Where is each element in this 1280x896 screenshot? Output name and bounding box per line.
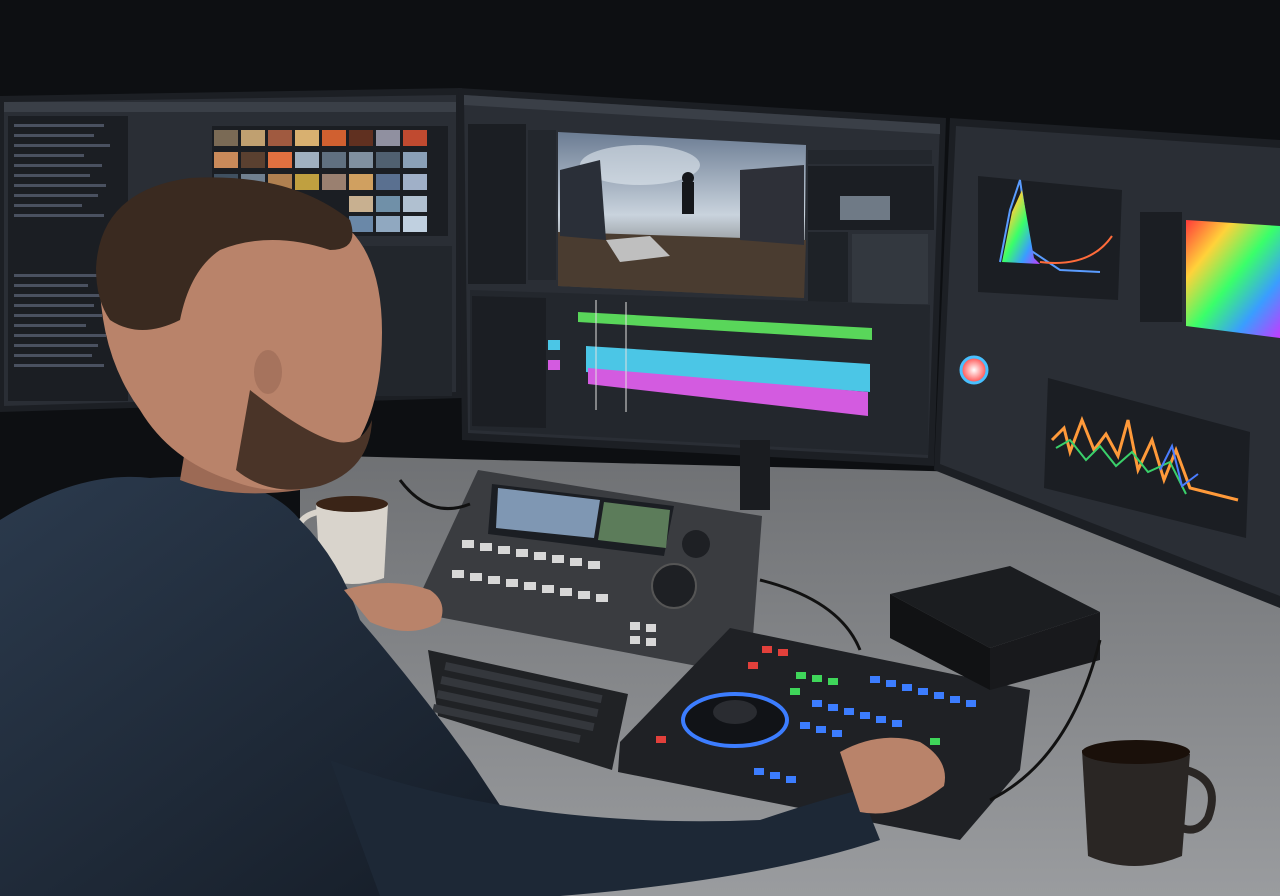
timeline (470, 290, 930, 455)
color-wheel-icon (959, 355, 989, 385)
editing-suite-photo (0, 0, 1280, 896)
center-monitor (458, 88, 946, 466)
program-viewer (558, 132, 806, 298)
jog-wheel-icon (651, 563, 697, 609)
person-figure (682, 182, 694, 214)
histogram-scope-icon (978, 176, 1122, 300)
